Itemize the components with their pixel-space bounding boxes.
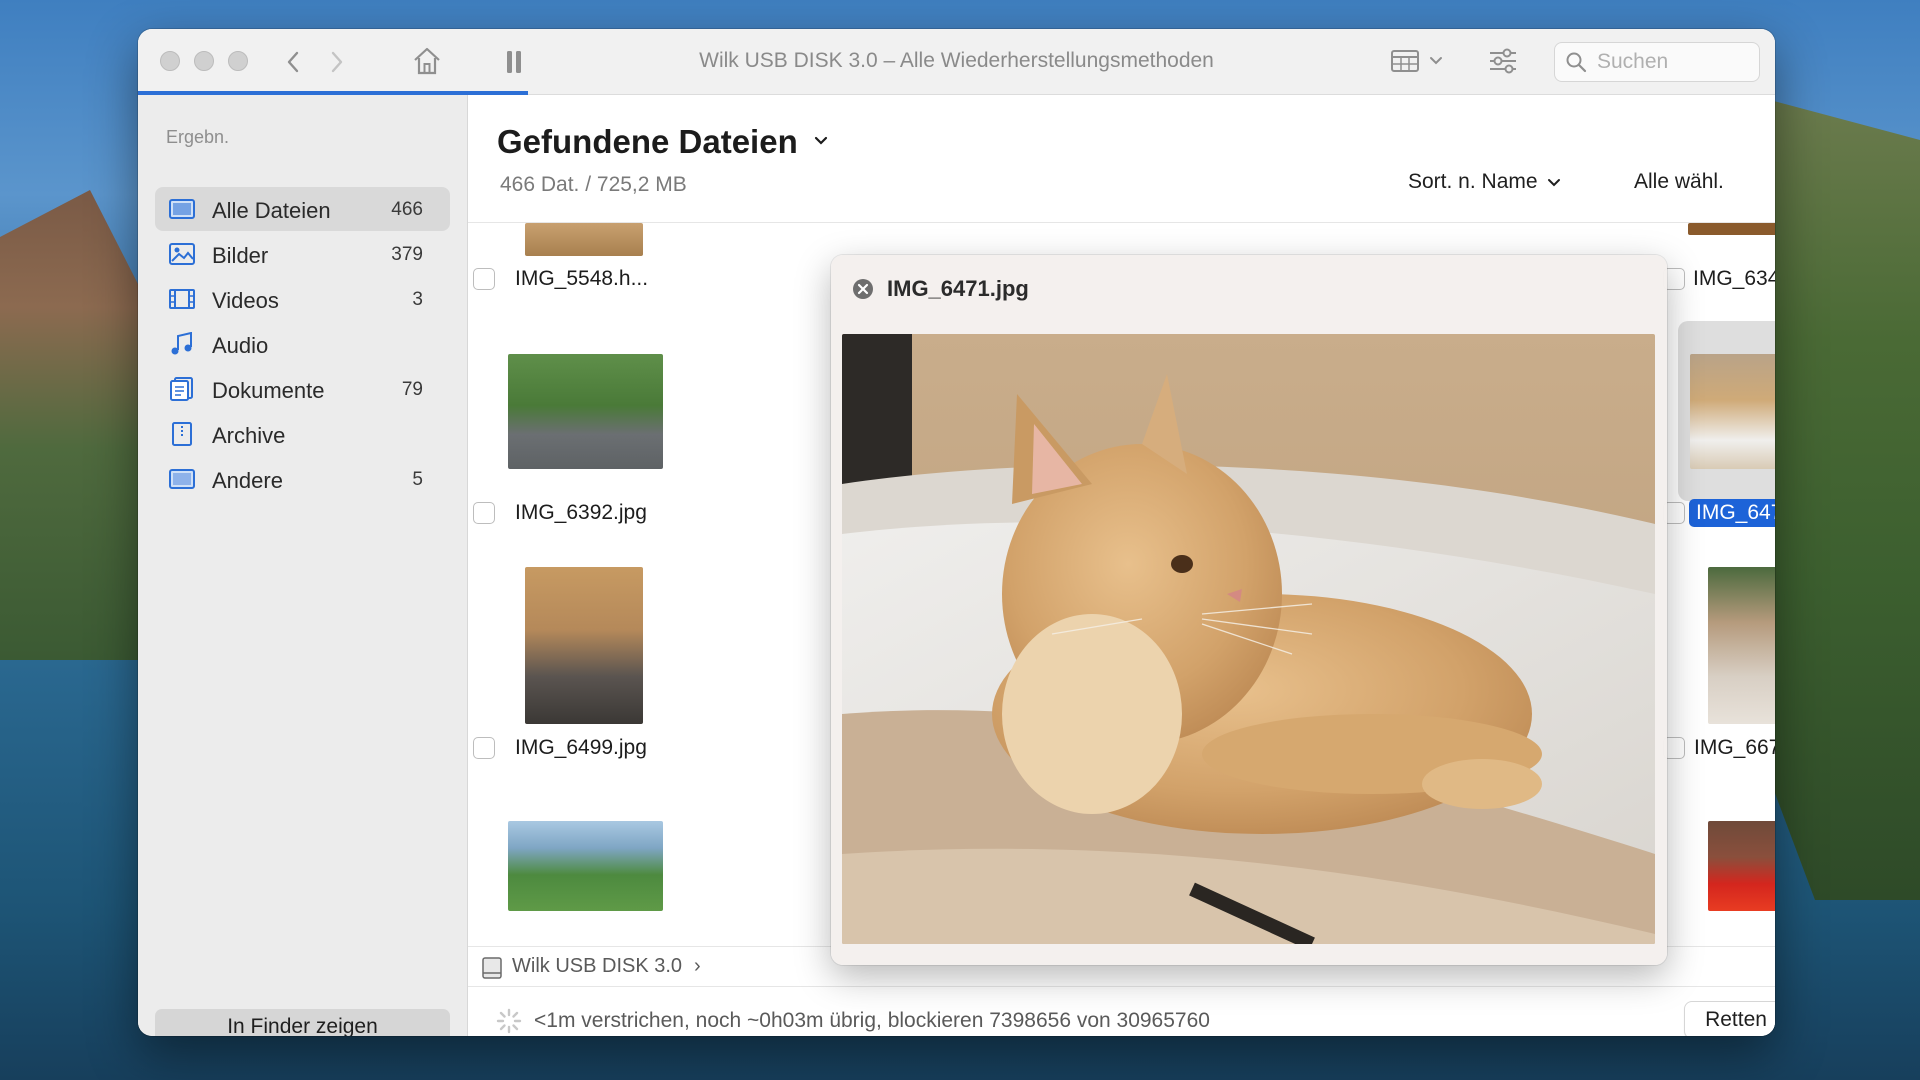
page-title[interactable]: Gefundene Dateien (497, 123, 798, 161)
sidebar-item-label: Andere (212, 468, 283, 493)
search-field[interactable] (1554, 42, 1760, 82)
sidebar-item-label: Dokumente (212, 378, 325, 403)
file-thumbnail[interactable] (1690, 354, 1775, 469)
sidebar-item-count: 3 (412, 289, 423, 310)
breadcrumb-item[interactable]: Wilk USB DISK 3.0 (512, 955, 682, 978)
file-thumbnail[interactable] (508, 354, 663, 469)
title-bar: Wilk USB DISK 3.0 – Alle Wiederherstellu… (138, 29, 1775, 95)
chevron-down-icon (1548, 179, 1561, 187)
search-input[interactable] (1597, 50, 1747, 74)
close-icon[interactable] (851, 277, 875, 301)
file-checkbox[interactable] (473, 502, 495, 524)
sidebar-item-videos[interactable]: Videos 3 (155, 277, 450, 321)
music-note-icon (171, 332, 192, 355)
file-name[interactable]: IMG_6499.jpg (515, 736, 647, 760)
file-thumbnail[interactable] (525, 223, 643, 256)
file-checkbox[interactable] (473, 737, 495, 759)
file-name[interactable]: IMG_6392.jpg (515, 501, 647, 525)
file-checkbox[interactable] (473, 268, 495, 290)
sidebar-item-label: Alle Dateien (212, 198, 331, 223)
file-thumbnail[interactable] (1708, 567, 1775, 724)
select-all-button[interactable]: Alle wähl. (1634, 170, 1724, 194)
sort-dropdown[interactable]: Sort. n. Name (1408, 170, 1561, 194)
scan-status-text: <1m verstrichen, noch ~0h03m übrig, bloc… (534, 1009, 1210, 1032)
sidebar-item-documents[interactable]: Dokumente 79 (155, 367, 450, 411)
sidebar-item-audio[interactable]: Audio (155, 322, 450, 366)
document-icon (170, 377, 193, 401)
sidebar-item-count: 466 (391, 199, 423, 220)
cat-photo (842, 334, 1655, 944)
recover-button[interactable]: Retten (1684, 1001, 1775, 1036)
sidebar-item-archives[interactable]: Archive (155, 412, 450, 456)
files-summary: 466 Dat. / 725,2 MB (500, 173, 687, 196)
file-thumbnail[interactable] (525, 567, 643, 724)
preview-filename: IMG_6471.jpg (887, 276, 1029, 301)
sidebar-item-label: Videos (212, 288, 279, 313)
archive-icon (172, 422, 192, 446)
sidebar-item-images[interactable]: Bilder 379 (155, 232, 450, 276)
loading-spinner-icon (496, 1008, 522, 1034)
video-icon (169, 289, 195, 309)
view-mode-icon[interactable] (1391, 49, 1419, 73)
file-thumbnail[interactable] (508, 821, 663, 911)
app-window: Wilk USB DISK 3.0 – Alle Wiederherstellu… (138, 29, 1775, 1036)
drive-icon (482, 957, 502, 979)
file-thumbnail[interactable] (1688, 223, 1775, 235)
sidebar-item-count: 379 (391, 244, 423, 265)
desktop-mountain-left (0, 190, 150, 660)
sidebar: Ergebn. Alle Dateien 466 Bilder 379 Vide… (138, 95, 468, 1036)
desktop-mountain-right (1770, 100, 1920, 900)
show-in-finder-button[interactable]: In Finder zeigen (155, 1009, 450, 1036)
sidebar-item-count: 79 (401, 379, 423, 400)
file-name[interactable]: IMG_5548.h... (515, 267, 648, 291)
status-bar: <1m verstrichen, noch ~0h03m übrig, bloc… (468, 986, 1775, 1036)
other-icon (169, 469, 195, 489)
chevron-down-icon[interactable] (813, 135, 829, 147)
preview-image (842, 334, 1655, 944)
sidebar-item-label: Audio (212, 333, 269, 358)
sidebar-item-label: Bilder (212, 243, 269, 268)
window-title: Wilk USB DISK 3.0 – Alle Wiederherstellu… (699, 49, 1214, 72)
sidebar-item-other[interactable]: Andere 5 (155, 457, 450, 501)
file-name[interactable]: IMG_6346.jpg (1693, 267, 1775, 291)
file-thumbnail[interactable] (1708, 821, 1775, 911)
sidebar-item-all-files[interactable]: Alle Dateien 466 (155, 187, 450, 231)
filter-settings-icon[interactable] (1488, 47, 1518, 75)
preview-popover: IMG_6471.jpg (831, 255, 1667, 965)
breadcrumb-separator: › (694, 955, 701, 977)
all-files-icon (169, 199, 195, 219)
sidebar-item-count: 5 (412, 469, 423, 490)
chevron-down-icon[interactable] (1429, 56, 1443, 66)
search-icon (1566, 52, 1587, 73)
sidebar-item-label: Archive (212, 423, 286, 448)
image-icon (169, 243, 195, 265)
sort-label: Sort. n. Name (1408, 170, 1538, 193)
file-name-selected[interactable]: IMG_6471.jpg (1689, 499, 1775, 527)
sidebar-heading: Ergebn. (166, 127, 230, 147)
file-name[interactable]: IMG_6675.jpg (1694, 736, 1775, 760)
